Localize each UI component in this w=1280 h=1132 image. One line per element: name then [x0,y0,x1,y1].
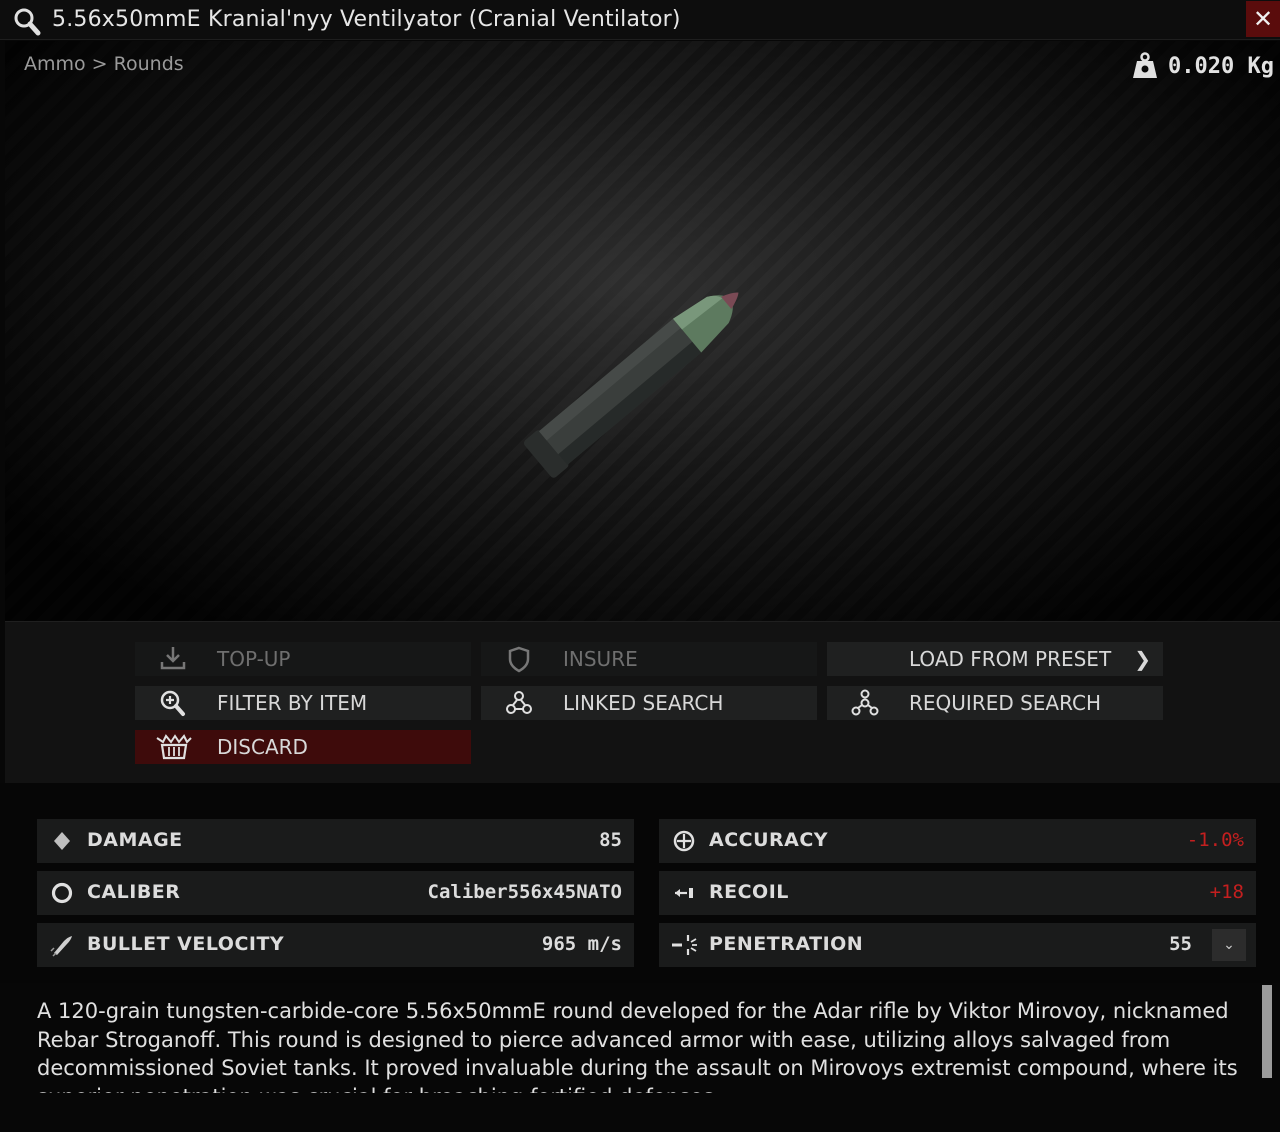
bullet-image [523,292,739,478]
top-up-button[interactable]: TOP-UP [135,642,471,676]
stat-penetration-value: 55 [1169,933,1192,955]
window-title: 5.56x50mmE Kranial'nyy Ventilyator (Cran… [52,7,681,32]
insure-button[interactable]: INSURE [481,642,817,676]
stat-bullet-velocity-label: BULLET VELOCITY [87,933,285,955]
close-button[interactable]: ✕ [1246,1,1280,37]
filter-by-item-label: FILTER BY ITEM [217,691,368,715]
filter-by-item-button[interactable]: FILTER BY ITEM [135,686,471,720]
magnifier-plus-icon [160,690,185,716]
crosshair-icon [673,830,695,852]
stat-penetration: PENETRATION 55 ⌄ [659,923,1256,967]
stat-recoil: RECOIL +18 [659,871,1256,915]
stat-accuracy: ACCURACY -1.0% [659,819,1256,863]
item-description: A 120-grain tungsten-carbide-core 5.56x5… [37,999,1238,1093]
required-search-label: REQUIRED SEARCH [909,691,1102,715]
bullet-velocity-icon [50,936,72,957]
download-icon [160,647,186,670]
stat-caliber-label: CALIBER [87,881,181,903]
trash-icon [156,734,192,760]
stat-caliber: CALIBER Caliber556x45NATO [37,871,634,915]
damage-icon [54,832,70,850]
chevron-down-icon: ⌄ [1223,937,1235,953]
recoil-icon [675,888,693,898]
insure-label: INSURE [563,647,638,671]
action-panel: TOP-UP INSURE LOAD FROM PRESET ❯ FILTER … [5,621,1280,783]
stat-caliber-value: Caliber556x45NATO [427,881,622,903]
stat-damage: DAMAGE 85 [37,819,634,863]
weight-icon [1133,52,1158,78]
item-preview: Ammo > Rounds 0.020 Kg [5,41,1280,621]
load-from-preset-button[interactable]: LOAD FROM PRESET ❯ [827,642,1163,676]
stat-damage-label: DAMAGE [87,829,183,851]
stat-bullet-velocity: BULLET VELOCITY 965 m/s [37,923,634,967]
discard-button[interactable]: DISCARD [135,730,471,764]
stat-accuracy-label: ACCURACY [709,829,829,851]
weight-value: 0.020 Kg [1168,53,1274,79]
stat-bullet-velocity-value: 965 m/s [541,933,622,955]
penetration-icon [672,935,697,955]
stat-recoil-label: RECOIL [709,881,789,903]
caliber-icon [51,882,73,904]
discard-label: DISCARD [217,735,308,759]
penetration-dropdown-button[interactable]: ⌄ [1212,929,1246,961]
item-weight: 0.020 Kg [1132,51,1274,81]
stat-recoil-value: +18 [1209,881,1244,903]
top-up-label: TOP-UP [217,647,291,671]
stat-damage-value: 85 [599,829,622,851]
stat-penetration-label: PENETRATION [709,933,864,955]
stats-panel: DAMAGE 85 CALIBER Caliber556x45NATO BULL… [0,783,1280,983]
load-from-preset-label: LOAD FROM PRESET [909,647,1112,671]
shield-icon [508,646,530,673]
stat-accuracy-value: -1.0% [1186,829,1244,851]
description-scrollbar[interactable] [1262,985,1272,1078]
linked-search-button[interactable]: LINKED SEARCH [481,686,817,720]
chevron-right-icon: ❯ [1134,647,1151,671]
breadcrumb: Ammo > Rounds [24,53,184,75]
window-titlebar: 5.56x50mmE Kranial'nyy Ventilyator (Cran… [0,0,1280,40]
linked-search-label: LINKED SEARCH [563,691,724,715]
search-icon [14,8,41,36]
required-search-icon [851,689,879,716]
linked-search-icon [506,691,532,714]
required-search-button[interactable]: REQUIRED SEARCH [827,686,1163,720]
